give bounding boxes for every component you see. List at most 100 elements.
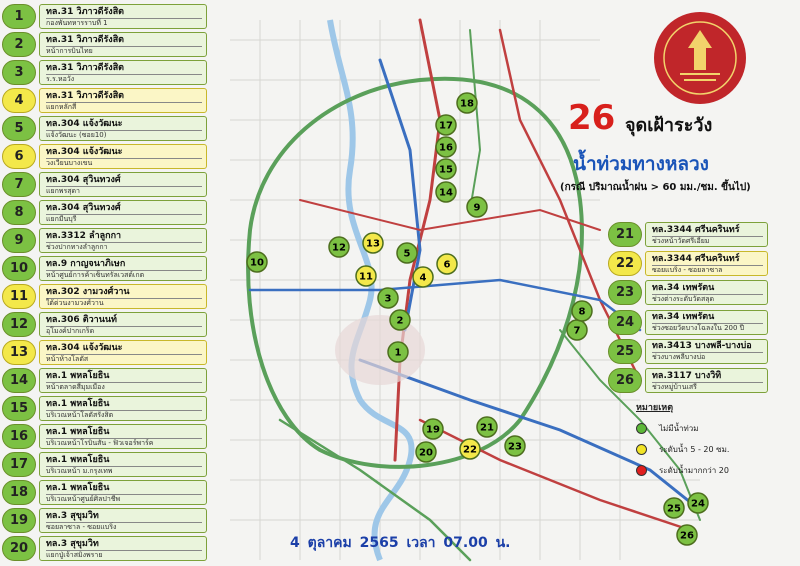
map-marker-6: 6 (436, 253, 458, 275)
point-label-box: ทล.3413 บางพลี-บางบ่อ ช่วงบางพลีบางบ่อ (645, 338, 768, 364)
point-number: 6 (2, 144, 36, 169)
legend-yellow-dot (636, 444, 647, 455)
point-label-box: ทล.1 พหลโยธิน บริเวณหน้าศูนย์ศิลปาชีพ (39, 480, 207, 505)
point-item: 5 ทล.304 แจ้งวัฒนะ แจ้งวัฒนะ (ซอย10) (2, 116, 207, 141)
map-marker-number: 10 (250, 258, 264, 269)
point-item: 18 ทล.1 พหลโยธิน บริเวณหน้าศูนย์ศิลปาชีพ (2, 480, 207, 505)
point-label-box: ทล.3344 ศรีนครินทร์ ช่วงหน้าวัดศรีเอี่ยม (645, 222, 768, 247)
map-marker-4: 4 (412, 266, 434, 288)
point-road: ทล.31 วิภาวดีรังสิต (46, 62, 125, 73)
point-label-box: ทล.302 งามวงศ์วาน ใต้ด่วนงามวงศ์วาน (39, 284, 207, 309)
map-marker-24: 24 (687, 492, 709, 514)
point-location: หน้าศูนย์การค้าเซ็นทรัลเวสต์เกต (46, 269, 202, 280)
point-location: บริเวณหน้าโรบินสัน - ฟิวเจอร์พาร์ค (46, 437, 202, 448)
point-number: 23 (608, 280, 642, 306)
point-label-box: ทล.31 วิภาวดีรังสิต ร.ร.หอวัง (39, 60, 207, 85)
point-location: แจ้งวัฒนะ (ซอย10) (46, 129, 202, 140)
map-marker-13: 13 (362, 232, 384, 254)
point-number: 18 (2, 480, 36, 505)
map-marker-number: 26 (680, 531, 694, 542)
point-location: ช่วงหน้าวัดศรีเอี่ยม (652, 235, 763, 246)
map-marker-number: 21 (480, 423, 494, 434)
point-item: 19 ทล.3 สุขุมวิท ซอยลาซาล - ซอยแบริ่ง (2, 508, 207, 533)
point-item: 24 ทล.34 เทพรัตน ช่วงซอยวัดบางโฉลงใน 200 ป… (608, 309, 768, 335)
point-label-box: ทล.31 วิภาวดีรังสิต หน้าการบินไทย (39, 32, 207, 57)
map-marker-number: 3 (385, 294, 392, 305)
point-location: แยกพรสุดา (46, 185, 202, 196)
map-marker-12: 12 (328, 236, 350, 258)
map-marker-number: 12 (332, 243, 346, 254)
point-road: ทล.34 เทพรัตน (652, 282, 715, 293)
point-item: 23 ทล.34 เทพรัตน ช่วงต่างระดับวัดสลุด (608, 280, 768, 306)
map-marker-15: 15 (435, 158, 457, 180)
map-marker-number: 17 (439, 121, 453, 132)
point-label-box: ทล.304 แจ้งวัฒนะ แจ้งวัฒนะ (ซอย10) (39, 116, 207, 141)
legend-green-dot (636, 423, 647, 434)
point-item: 14 ทล.1 พหลโยธิน หน้าตลาดสี่มุมเมือง (2, 368, 207, 393)
map-marker-number: 22 (463, 445, 477, 456)
map-marker-number: 13 (366, 239, 380, 250)
map-marker-number: 25 (667, 504, 681, 515)
point-location: ช่วงต่างระดับวัดสลุด (652, 293, 763, 304)
point-count: 26 (568, 98, 616, 138)
legend-label: ระดับน้ำมากกว่า 20 (659, 466, 729, 475)
point-road: ทล.3413 บางพลี-บางบ่อ (652, 341, 752, 352)
point-road: ทล.3 สุขุมวิท (46, 510, 99, 521)
department-of-highways-logo (654, 12, 746, 104)
point-location: ซอยแบริ่ง - ซอยลาซาล (652, 264, 763, 275)
point-item: 6 ทล.304 แจ้งวัฒนะ วงเวียนบางเขน (2, 144, 207, 169)
point-item: 13 ทล.304 แจ้งวัฒนะ หน้าห้างโลตัส (2, 340, 207, 365)
point-location: อุโมงค์ปากเกร็ด (46, 325, 202, 336)
legend-title: หมายเหตุ (636, 403, 674, 413)
point-label-box: ทล.304 สุวินทวงศ์ แยกมีนบุรี (39, 200, 207, 225)
point-number: 26 (608, 368, 642, 393)
point-road: ทล.304 สุวินทวงศ์ (46, 174, 121, 185)
map-marker-number: 8 (579, 307, 586, 318)
map-marker-23: 23 (504, 435, 526, 457)
point-number: 24 (608, 309, 642, 335)
map-marker-17: 17 (435, 114, 457, 136)
legend-item: ระดับน้ำมากกว่า 20 (636, 464, 766, 477)
point-road: ทล.1 พหลโยธิน (46, 482, 110, 493)
map-marker-number: 7 (574, 326, 581, 337)
point-location: แยกมีนบุรี (46, 213, 202, 224)
point-item: 1 ทล.31 วิภาวดีรังสิต กองพันทหารราบที่ 1 (2, 4, 207, 29)
point-number: 11 (2, 284, 36, 309)
map-marker-number: 1 (395, 348, 402, 359)
point-number: 10 (2, 256, 36, 281)
point-location: กองพันทหารราบที่ 1 (46, 17, 202, 28)
point-location: ร.ร.หอวัง (46, 73, 202, 84)
point-road: ทล.302 งามวงศ์วาน (46, 286, 130, 297)
point-item: 10 ทล.9 กาญจนาภิเษก หน้าศูนย์การค้าเซ็นทรั… (2, 256, 207, 281)
map-marker-5: 5 (396, 242, 418, 264)
point-item: 7 ทล.304 สุวินทวงศ์ แยกพรสุดา (2, 172, 207, 197)
point-road: ทล.1 พหลโยธิน (46, 370, 110, 381)
point-item: 12 ทล.306 ติวานนท์ อุโมงค์ปากเกร็ด (2, 312, 207, 337)
rain-condition: (กรณี ปริมาณน้ำฝน > 60 มม./ชม. ขึ้นไป) (560, 182, 751, 193)
point-label-box: ทล.304 สุวินทวงศ์ แยกพรสุดา (39, 172, 207, 197)
point-location: ใต้ด่วนงามวงศ์วาน (46, 297, 202, 308)
map-marker-16: 16 (435, 136, 457, 158)
legend-item: ไม่มีน้ำท่วม (636, 422, 766, 435)
point-item: 20 ทล.3 สุขุมวิท แยกปู่เจ้าสมิงพราย (2, 536, 207, 561)
point-label-box: ทล.34 เทพรัตน ช่วงซอยวัดบางโฉลงใน 200 ปี (645, 309, 768, 335)
point-label-box: ทล.31 วิภาวดีรังสิต แยกหลักสี่ (39, 88, 207, 113)
map-marker-20: 20 (415, 441, 437, 463)
point-item: 21 ทล.3344 ศรีนครินทร์ ช่วงหน้าวัดศรีเอี่ย… (608, 222, 768, 247)
point-number: 25 (608, 338, 642, 364)
point-location: วงเวียนบางเขน (46, 157, 202, 168)
point-label-box: ทล.1 พหลโยธิน บริเวณหน้าโรบินสัน - ฟิวเจอ… (39, 424, 207, 449)
point-number: 4 (2, 88, 36, 113)
point-road: ทล.1 พหลโยธิน (46, 398, 110, 409)
point-number: 5 (2, 116, 36, 141)
map-marker-25: 25 (663, 497, 685, 519)
point-number: 1 (2, 4, 36, 29)
point-item: 16 ทล.1 พหลโยธิน บริเวณหน้าโรบินสัน - ฟิวเ… (2, 424, 207, 449)
point-number: 20 (2, 536, 36, 561)
point-road: ทล.3 สุขุมวิท (46, 538, 99, 549)
point-road: ทล.304 สุวินทวงศ์ (46, 202, 121, 213)
map-marker-number: 19 (426, 425, 440, 436)
map-marker-19: 19 (422, 418, 444, 440)
legend-item: ระดับน้ำ 5 - 20 ซม. (636, 443, 766, 456)
point-item: 17 ทล.1 พหลโยธิน บริเวณหน้า ม.กรุงเทพ (2, 452, 207, 477)
